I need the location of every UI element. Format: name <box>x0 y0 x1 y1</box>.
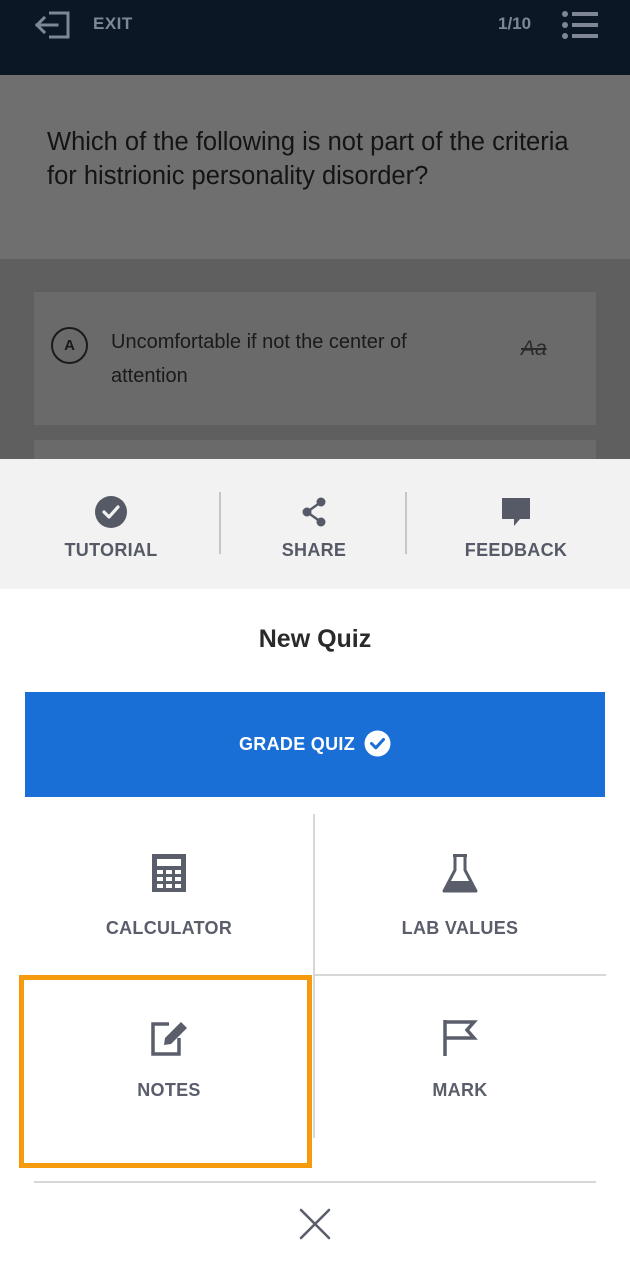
answer-letter: A <box>51 327 88 364</box>
answer-option-a[interactable]: A Uncomfortable if not the center of att… <box>34 292 596 425</box>
question-area: Which of the following is not part of th… <box>0 75 630 259</box>
strikethrough-icon[interactable]: Aa <box>521 337 547 361</box>
exit-label[interactable]: EXIT <box>93 14 133 34</box>
calculator-label: CALCULATOR <box>105 918 233 938</box>
flask-icon <box>442 854 478 893</box>
action-bar: TUTORIAL SHARE FEEDBACK <box>0 459 630 589</box>
mark-label: MARK <box>432 1080 488 1100</box>
question-progress: 1/10 <box>498 14 532 33</box>
divider <box>219 492 221 554</box>
calculator-icon <box>152 854 186 892</box>
answer-text: Uncomfortable if not the center of atten… <box>111 331 407 387</box>
tutorial-label: TUTORIAL <box>64 540 158 560</box>
calculator-button[interactable]: CALCULATOR <box>25 814 313 974</box>
share-label: SHARE <box>281 540 347 560</box>
feedback-icon <box>502 498 530 526</box>
exit-icon[interactable] <box>33 9 71 41</box>
feedback-button[interactable]: FEEDBACK <box>406 459 626 589</box>
question-text: Which of the following is not part of th… <box>47 128 569 190</box>
notes-button[interactable]: NOTES <box>25 976 313 1166</box>
lab-values-label: LAB VALUES <box>401 918 519 938</box>
grade-quiz-label: GRADE QUIZ <box>239 734 356 754</box>
check-circle-icon <box>95 496 127 528</box>
share-button[interactable]: SHARE <box>222 459 406 589</box>
question-list-icon[interactable] <box>561 10 599 40</box>
sheet-title: New Quiz <box>258 625 372 653</box>
answers-area: A Uncomfortable if not the center of att… <box>0 259 630 480</box>
top-bar: EXIT 1/10 <box>0 0 630 75</box>
lab-values-button[interactable]: LAB VALUES <box>315 814 605 974</box>
feedback-label: FEEDBACK <box>464 540 568 560</box>
share-icon <box>302 497 326 527</box>
tutorial-button[interactable]: TUTORIAL <box>0 459 222 589</box>
grid-divider <box>34 1181 596 1183</box>
edit-note-icon <box>151 1022 187 1056</box>
close-icon[interactable] <box>296 1205 334 1243</box>
notes-label: NOTES <box>137 1080 201 1100</box>
flag-icon <box>443 1020 478 1056</box>
grade-quiz-button[interactable]: GRADE QUIZ <box>25 692 605 797</box>
check-circle-icon <box>364 730 391 757</box>
mark-button[interactable]: MARK <box>315 976 605 1166</box>
